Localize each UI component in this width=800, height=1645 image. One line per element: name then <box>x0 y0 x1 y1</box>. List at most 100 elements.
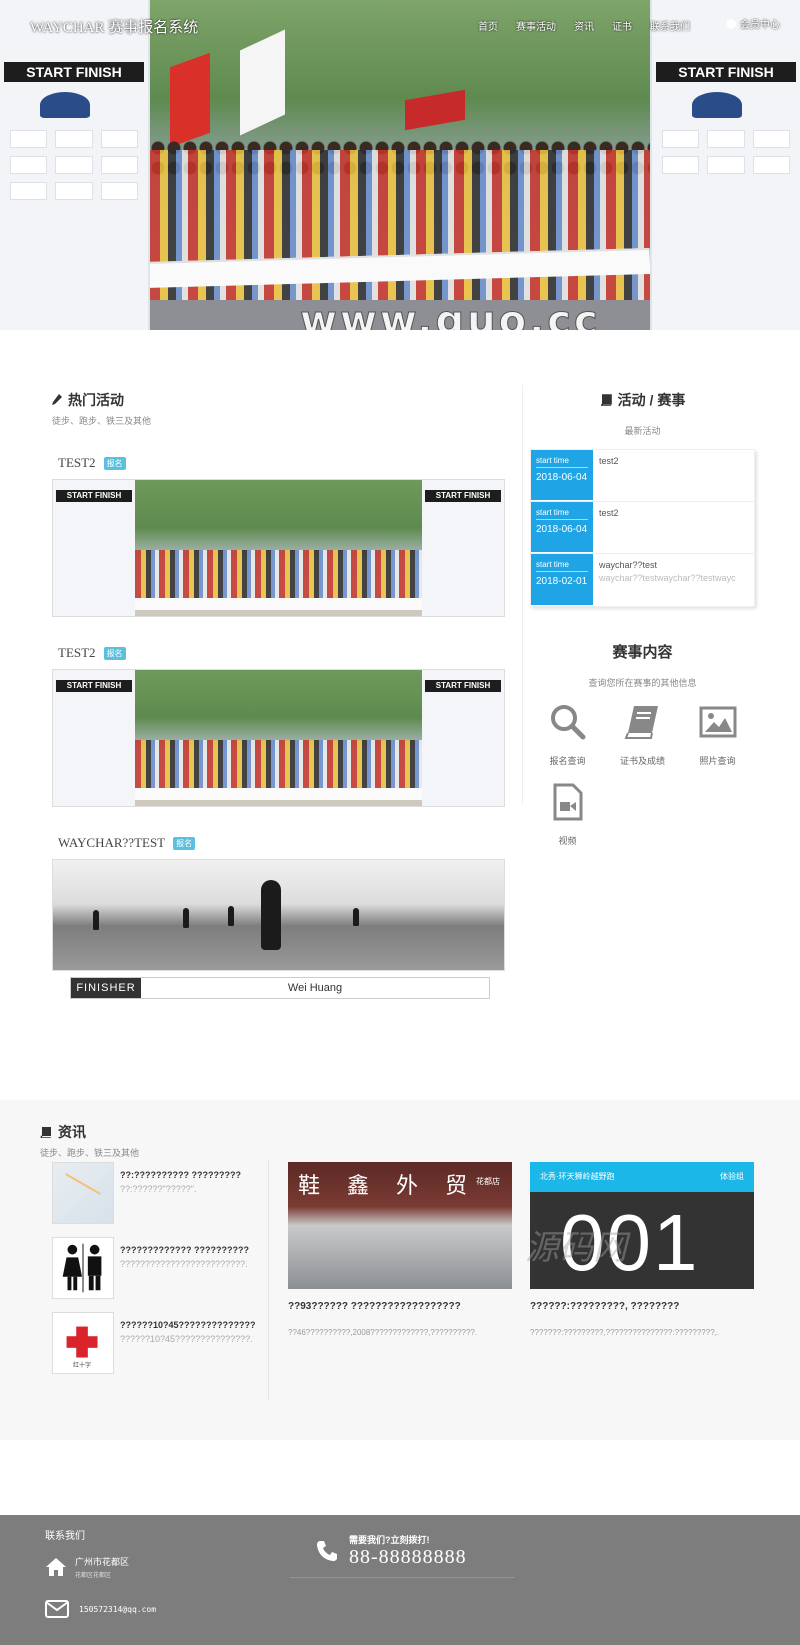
address-text: 广州市花都区 <box>75 1557 130 1567</box>
news-item[interactable]: ??:?????????? ????????? ??:??????"?????"… <box>52 1162 257 1226</box>
date-label: start time <box>536 456 588 468</box>
sponsor-grid <box>662 130 790 174</box>
book-icon <box>624 706 658 739</box>
footer-address: 广州市花都区 花都区花都区 <box>45 1555 129 1579</box>
event-item[interactable]: start time 2018-02-01 waychar??test wayc… <box>531 554 754 606</box>
featured-news[interactable]: 鞋 鑫 外 贸 花都店 ??93?????? ?????????????????… <box>288 1162 512 1337</box>
user-menu[interactable]: 会员中心 <box>726 16 780 31</box>
gate-banner: START FINISH <box>56 490 132 502</box>
news-item[interactable]: ????????????? ?????????? ???????????????… <box>52 1237 257 1301</box>
signup-badge[interactable]: 报名 <box>173 836 196 850</box>
site-brand[interactable]: WAYCHAR 赛事报名系统 <box>30 16 198 37</box>
feature-desc: ??46??????????,2008?????????????,???????… <box>288 1328 478 1337</box>
activity-card[interactable]: TEST2 报名 START FINISH START FINISH <box>52 645 507 807</box>
email-text[interactable]: 150572314@qq.com <box>79 1605 156 1614</box>
footer-contact-title: 联系我们 <box>45 1531 85 1542</box>
event-title[interactable]: test2 <box>599 456 619 466</box>
footer-email[interactable]: 150572314@qq.com <box>45 1600 156 1618</box>
tool-label: 证书及成绩 <box>619 756 665 766</box>
nav-home[interactable]: 首页 <box>478 18 498 33</box>
red-cross-thumbnail[interactable]: 红十字 <box>52 1312 114 1374</box>
gate-banner-right: START FINISH <box>656 62 796 82</box>
watermark-text: www.guo.cc <box>300 298 601 331</box>
news-title: 资讯 <box>40 1122 139 1142</box>
activity-title[interactable]: WAYCHAR??TEST <box>58 835 165 851</box>
tool-registration-query[interactable]: 报名查询 <box>530 703 605 767</box>
address-subtext: 花都区花都区 <box>75 1573 112 1579</box>
race-name: 北秀·环天狮岭越野跑 <box>540 1172 615 1181</box>
news-section: 资讯 徒步、跑步、铁三及其他 ??:?????????? ????????? ?… <box>0 1100 800 1440</box>
nav-contact[interactable]: 联系我们 <box>650 18 690 33</box>
restroom-icon <box>62 1243 102 1293</box>
marathon-logo <box>40 92 90 118</box>
activity-image[interactable]: START FINISH START FINISH <box>52 479 505 617</box>
red-banner-flag <box>405 89 465 131</box>
hero-banner: START FINISH START FINISH www.guo.cc WAY… <box>0 0 800 330</box>
news-item-title[interactable]: ??:?????????? ????????? <box>120 1170 241 1180</box>
tool-video[interactable]: 视频 <box>530 783 605 847</box>
shop-image[interactable]: 鞋 鑫 外 贸 花都店 <box>288 1162 512 1289</box>
news-item-title[interactable]: ??????10?45?????????????? <box>120 1320 255 1330</box>
signup-badge[interactable]: 报名 <box>103 646 126 660</box>
activity-image[interactable]: START FINISH START FINISH <box>52 669 505 807</box>
nav-events[interactable]: 赛事活动 <box>516 18 556 33</box>
hot-activities: 热门活动 徒步、跑步、铁三及其他 TEST2 报名 START FINISH S… <box>52 390 507 999</box>
event-list: start time 2018-06-04 test2 start time 2… <box>530 449 755 607</box>
finisher-name: Wei Huang <box>287 982 343 994</box>
footer-phone[interactable]: 需要我们?立刻拨打! 88-88888888 <box>315 1533 467 1569</box>
shop-sign: 鞋 鑫 外 贸 <box>298 1174 477 1199</box>
feature-title[interactable]: ??????:?????????, ???????? <box>530 1301 754 1312</box>
site-footer: 联系我们 广州市花都区 花都区花都区 150572314@qq.com 需要我们… <box>0 1515 800 1645</box>
activity-card[interactable]: TEST2 报名 START FINISH START FINISH <box>52 455 507 617</box>
event-date: start time 2018-06-04 <box>531 450 593 501</box>
activity-card[interactable]: WAYCHAR??TEST 报名 FINISHER Wei Huang <box>52 835 507 999</box>
restroom-thumbnail[interactable] <box>52 1237 114 1299</box>
finisher-label: FINISHER <box>71 978 141 998</box>
book-icon <box>600 394 612 406</box>
event-title[interactable]: waychar??test <box>599 560 736 570</box>
event-date: start time 2018-06-04 <box>531 502 593 553</box>
news-item-summary: ?????????????????????????. <box>120 1259 248 1269</box>
activity-title[interactable]: TEST2 <box>58 645 96 661</box>
news-divider <box>268 1160 269 1400</box>
phone-icon <box>317 1541 337 1561</box>
feature-title[interactable]: ??93?????? ?????????????????? <box>288 1301 512 1312</box>
event-item[interactable]: start time 2018-06-04 test2 <box>531 502 754 554</box>
gate-banner: START FINISH <box>425 680 501 692</box>
sponsor-grid <box>10 130 138 200</box>
news-list: ??:?????????? ????????? ??:??????"?????"… <box>52 1162 257 1387</box>
phone-number[interactable]: 88-88888888 <box>349 1546 467 1569</box>
content-subtitle: 查询您所在赛事的其他信息 <box>588 678 697 688</box>
home-icon <box>46 1558 66 1576</box>
nav-news[interactable]: 资讯 <box>574 18 594 33</box>
news-item-title[interactable]: ????????????? ?????????? <box>120 1245 249 1255</box>
tool-certificates[interactable]: 证书及成绩 <box>605 703 680 767</box>
search-icon <box>550 705 585 740</box>
signup-badge[interactable]: 报名 <box>103 456 126 470</box>
activity-title[interactable]: TEST2 <box>58 455 96 471</box>
gate-banner-left: START FINISH <box>4 62 144 82</box>
thumb-caption: 红十字 <box>73 1363 92 1369</box>
map-thumbnail[interactable] <box>52 1162 114 1224</box>
spacer <box>0 1440 800 1515</box>
date-value: 2018-06-04 <box>536 472 588 483</box>
top-nav: WAYCHAR 赛事报名系统 首页 赛事活动 资讯 证书 联系我们 会员中心 <box>0 0 800 50</box>
tool-photo-query[interactable]: 照片查询 <box>680 703 755 767</box>
nav-certificates[interactable]: 证书 <box>612 18 632 33</box>
events-title-text: 活动 / 赛事 <box>617 392 686 408</box>
pencil-icon <box>52 394 62 405</box>
news-item-summary: ??????10?45???????????????. <box>120 1334 253 1344</box>
picture-icon <box>699 706 736 738</box>
event-item[interactable]: start time 2018-06-04 test2 <box>531 450 754 502</box>
news-item[interactable]: 红十字 ??????10?45?????????????? ??????10?4… <box>52 1312 257 1376</box>
finisher-bar: FINISHER Wei Huang <box>70 977 490 999</box>
video-file-icon <box>553 783 582 821</box>
footer-divider <box>290 1577 515 1578</box>
user-icon <box>726 18 736 29</box>
watermark-overlay: 源码网 <box>525 1228 627 1268</box>
event-title[interactable]: test2 <box>599 508 619 518</box>
triathlon-image[interactable] <box>52 859 505 971</box>
nav-menu: 首页 赛事活动 资讯 证书 联系我们 <box>478 18 690 33</box>
main-content: 热门活动 徒步、跑步、铁三及其他 TEST2 报名 START FINISH S… <box>0 330 800 1100</box>
book-icon <box>40 1127 51 1138</box>
